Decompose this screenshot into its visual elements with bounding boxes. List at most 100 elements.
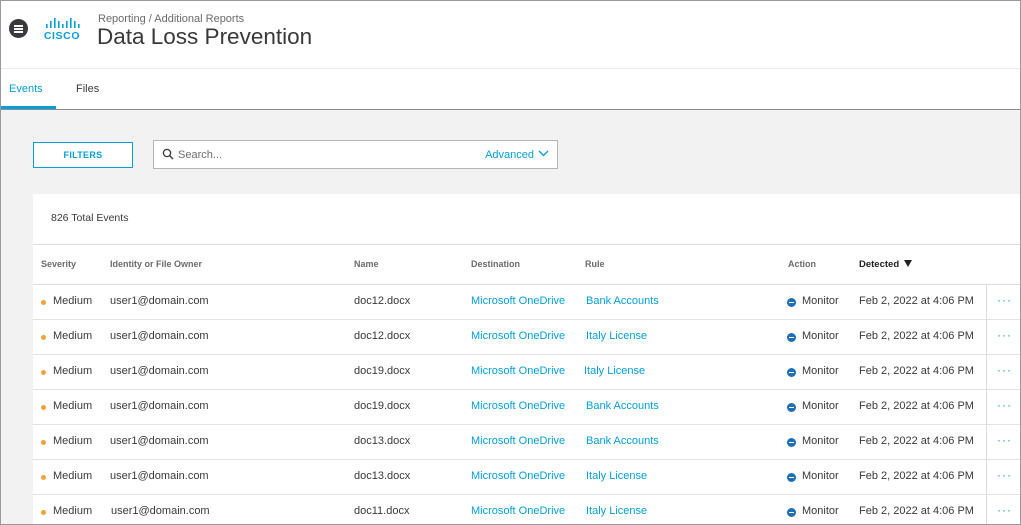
file-name-cell: doc13.docx — [354, 470, 411, 482]
total-events-count: 826 Total Events — [51, 212, 129, 224]
severity-dot-icon — [41, 475, 46, 480]
search-icon — [162, 148, 174, 160]
row-actions-cell: ··· — [986, 495, 1020, 524]
severity-dot-icon — [41, 335, 46, 340]
severity-dot-icon — [41, 300, 46, 305]
events-table-card: 826 Total Events Severity Identity or Fi… — [33, 194, 1020, 524]
severity-cell: Medium — [53, 365, 93, 377]
detected-cell: Feb 2, 2022 at 4:06 PM — [859, 330, 974, 342]
file-name-cell: doc11.docx — [354, 505, 410, 517]
severity-cell: Medium — [53, 470, 93, 482]
owner-cell: user1@domain.com — [110, 435, 209, 447]
destination-link[interactable]: Microsoft OneDrive — [471, 330, 565, 342]
monitor-icon — [787, 438, 796, 447]
destination-link[interactable]: Microsoft OneDrive — [471, 505, 565, 517]
detected-cell: Feb 2, 2022 at 4:06 PM — [859, 435, 974, 447]
severity-dot-icon — [41, 370, 46, 375]
column-header-owner[interactable]: Identity or File Owner — [110, 259, 202, 269]
row-actions-cell: ··· — [986, 355, 1020, 390]
column-header-severity[interactable]: Severity — [41, 259, 76, 269]
table-row[interactable]: Medium user1@domain.com doc12.docx Micro… — [33, 285, 1020, 320]
rule-link[interactable]: Bank Accounts — [586, 295, 659, 307]
row-actions-cell: ··· — [986, 425, 1020, 460]
more-options-icon[interactable]: ··· — [997, 433, 1012, 447]
action-cell: Monitor — [802, 365, 839, 377]
table-header-row: Severity Identity or File Owner Name Des… — [33, 244, 1020, 286]
file-name-cell: doc12.docx — [354, 295, 411, 307]
sort-desc-icon — [904, 260, 913, 267]
more-options-icon[interactable]: ··· — [997, 293, 1012, 307]
file-name-cell: doc19.docx — [354, 365, 411, 377]
more-options-icon[interactable]: ··· — [997, 503, 1012, 517]
page-title: Data Loss Prevention — [97, 24, 313, 49]
rule-link[interactable]: Bank Accounts — [586, 400, 659, 412]
destination-link[interactable]: Microsoft OneDrive — [471, 435, 565, 447]
rule-link[interactable]: Italy License — [586, 330, 647, 342]
file-name-cell: doc13.docx — [354, 435, 411, 447]
more-options-icon[interactable]: ··· — [997, 398, 1012, 412]
cisco-logo: CISCO — [42, 18, 82, 42]
table-row[interactable]: Medium user1@domain.com doc13.docx Micro… — [33, 460, 1020, 495]
owner-cell: user1@domain.com — [110, 330, 209, 342]
advanced-search-toggle[interactable]: Advanced — [485, 148, 549, 161]
more-options-icon[interactable]: ··· — [997, 363, 1012, 377]
severity-dot-icon — [41, 440, 46, 445]
filters-button[interactable]: FILTERS — [33, 142, 133, 168]
destination-link[interactable]: Microsoft OneDrive — [471, 365, 565, 377]
action-cell: Monitor — [802, 330, 839, 342]
owner-cell: user1@domain.com — [110, 400, 209, 412]
monitor-icon — [787, 508, 796, 517]
column-header-name[interactable]: Name — [354, 259, 379, 269]
page-header: CISCO Reporting / Additional Reports Dat… — [1, 1, 1020, 68]
tab-events[interactable]: Events — [9, 83, 43, 95]
search-input[interactable] — [178, 147, 478, 163]
logo-text: CISCO — [43, 30, 81, 42]
row-actions-cell: ··· — [986, 390, 1020, 425]
search-box: Advanced — [153, 140, 558, 169]
monitor-icon — [787, 473, 796, 482]
detected-cell: Feb 2, 2022 at 4:06 PM — [859, 470, 974, 482]
detected-cell: Feb 2, 2022 at 4:06 PM — [859, 505, 974, 517]
severity-cell: Medium — [53, 295, 93, 307]
rule-link[interactable]: Italy License — [584, 365, 645, 377]
action-cell: Monitor — [802, 295, 839, 307]
column-header-action[interactable]: Action — [788, 259, 816, 269]
tab-files[interactable]: Files — [76, 83, 99, 95]
action-cell: Monitor — [802, 400, 839, 412]
file-name-cell: doc12.docx — [354, 330, 411, 342]
destination-link[interactable]: Microsoft OneDrive — [471, 400, 565, 412]
monitor-icon — [787, 298, 796, 307]
rule-link[interactable]: Italy License — [586, 470, 647, 482]
rule-link[interactable]: Italy License — [586, 505, 647, 517]
action-cell: Monitor — [802, 435, 839, 447]
table-row[interactable]: Medium user1@domain.com doc19.docx Micro… — [33, 390, 1020, 425]
column-header-destination[interactable]: Destination — [471, 259, 520, 269]
app-frame: CISCO Reporting / Additional Reports Dat… — [0, 0, 1021, 525]
action-cell: Monitor — [802, 470, 839, 482]
destination-link[interactable]: Microsoft OneDrive — [471, 295, 565, 307]
menu-icon[interactable] — [9, 19, 28, 38]
more-options-icon[interactable]: ··· — [997, 468, 1012, 482]
monitor-icon — [787, 333, 796, 342]
table-row[interactable]: Medium user1@domain.com doc11.docx Micro… — [33, 495, 1020, 524]
row-actions-cell: ··· — [986, 460, 1020, 495]
tab-bar: Events Files — [1, 68, 1020, 110]
column-header-rule[interactable]: Rule — [585, 259, 605, 269]
table-row[interactable]: Medium user1@domain.com doc19.docx Micro… — [33, 355, 1020, 390]
detected-cell: Feb 2, 2022 at 4:06 PM — [859, 400, 974, 412]
table-row[interactable]: Medium user1@domain.com doc12.docx Micro… — [33, 320, 1020, 355]
column-header-detected[interactable]: Detected — [859, 259, 913, 270]
chevron-down-icon — [538, 148, 549, 160]
row-actions-cell: ··· — [986, 320, 1020, 355]
table-row[interactable]: Medium user1@domain.com doc13.docx Micro… — [33, 425, 1020, 460]
more-options-icon[interactable]: ··· — [997, 328, 1012, 342]
owner-cell: user1@domain.com — [110, 365, 209, 377]
rule-link[interactable]: Bank Accounts — [586, 435, 659, 447]
detected-cell: Feb 2, 2022 at 4:06 PM — [859, 295, 974, 307]
active-tab-indicator — [1, 106, 56, 109]
action-cell: Monitor — [802, 505, 839, 517]
severity-dot-icon — [41, 510, 46, 515]
header-actions-spacer — [986, 245, 1020, 286]
destination-link[interactable]: Microsoft OneDrive — [471, 470, 565, 482]
owner-cell: user1@domain.com — [110, 470, 209, 482]
